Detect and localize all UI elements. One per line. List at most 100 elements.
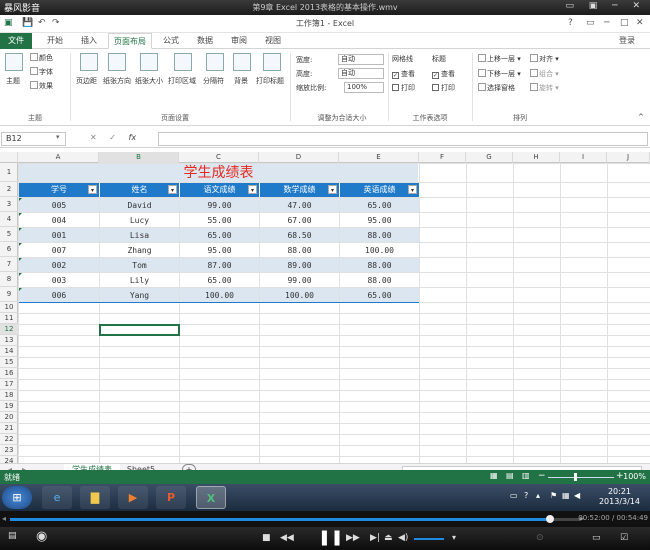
fx-icon[interactable]: fx <box>129 133 137 142</box>
minimize-icon[interactable]: ─ <box>604 18 609 28</box>
row-header[interactable]: 1 <box>0 163 18 182</box>
help-tray-icon[interactable]: ? <box>524 491 528 500</box>
tab-formulas[interactable]: 公式 <box>154 33 188 49</box>
send-backward-button[interactable]: 下移一层 ▾ <box>478 69 521 79</box>
ribbon-options-icon[interactable]: ▭ <box>586 18 595 28</box>
headings-view-checkbox[interactable]: ✓ 查看 <box>432 69 455 79</box>
background-icon[interactable] <box>233 53 251 71</box>
enter-icon[interactable]: ✓ <box>109 133 116 142</box>
row-header[interactable]: 5 <box>0 227 18 242</box>
player-window-controls[interactable]: ▭ ▣ ─ ✕ <box>565 1 646 11</box>
themes-button[interactable]: 主题 <box>6 76 20 86</box>
ie-taskbar-button[interactable]: e <box>42 486 72 509</box>
margins-button[interactable]: 页边距 <box>76 76 97 86</box>
error-indicator-icon[interactable] <box>19 243 22 246</box>
row-header[interactable]: 10 <box>0 302 18 313</box>
eye-icon[interactable]: ◉ <box>36 529 47 544</box>
row-header[interactable]: 18 <box>0 390 18 401</box>
tab-file[interactable]: 文件 <box>0 33 32 49</box>
error-indicator-icon[interactable] <box>19 258 22 261</box>
select-all-corner[interactable] <box>0 152 18 163</box>
table-header-cell[interactable]: 姓名 ▾ <box>100 183 180 197</box>
tab-insert[interactable]: 插入 <box>72 33 106 49</box>
start-button[interactable]: ⊞ <box>2 486 32 509</box>
pause-icon[interactable]: ❚❚ <box>318 528 343 546</box>
table-cell[interactable]: 005 <box>19 198 99 212</box>
error-indicator-icon[interactable] <box>19 213 22 216</box>
name-box-dropdown-icon[interactable]: ▾ <box>56 133 60 141</box>
print-area-button[interactable]: 打印区域 <box>168 76 196 86</box>
zoom-level[interactable]: 100% <box>623 472 646 481</box>
table-cell[interactable]: 65.00 <box>340 198 419 212</box>
filter-dropdown-icon[interactable]: ▾ <box>88 185 97 194</box>
table-cell[interactable]: 100.00 <box>340 243 419 257</box>
table-cell[interactable]: 002 <box>19 258 99 272</box>
zoom-slider[interactable] <box>548 477 614 478</box>
selected-cell[interactable] <box>99 324 180 336</box>
previous-icon[interactable]: ◀◀ <box>280 533 294 543</box>
fonts-button[interactable]: 字体 <box>30 67 53 77</box>
print-titles-button[interactable]: 打印标题 <box>256 76 284 86</box>
group-button[interactable]: 组合 ▾ <box>530 69 559 79</box>
colors-button[interactable]: 颜色 <box>30 53 53 63</box>
row-header[interactable]: 13 <box>0 335 18 346</box>
error-indicator-icon[interactable] <box>19 273 22 276</box>
row-header[interactable]: 12 <box>0 324 18 335</box>
tab-view[interactable]: 视图 <box>256 33 290 49</box>
row-header[interactable]: 4 <box>0 212 18 227</box>
cancel-icon[interactable]: ✕ <box>90 133 97 142</box>
size-icon[interactable] <box>140 53 158 71</box>
themes-icon[interactable] <box>5 53 23 71</box>
breaks-icon[interactable] <box>206 53 224 71</box>
column-header-d[interactable]: D <box>259 152 339 163</box>
table-cell[interactable]: 100.00 <box>180 288 259 302</box>
row-header[interactable]: 7 <box>0 257 18 272</box>
size-button[interactable]: 纸张大小 <box>135 76 163 86</box>
formula-input[interactable] <box>158 132 648 146</box>
table-cell[interactable]: Lucy <box>100 213 179 227</box>
effects-button[interactable]: 效果 <box>30 81 53 91</box>
table-header-cell[interactable]: 学号 ▾ <box>19 183 100 197</box>
table-cell[interactable]: 55.00 <box>180 213 259 227</box>
row-header[interactable]: 8 <box>0 272 18 287</box>
menu-icon[interactable]: ▤ <box>8 531 17 541</box>
table-cell[interactable]: 003 <box>19 273 99 287</box>
row-header[interactable]: 15 <box>0 357 18 368</box>
margins-icon[interactable] <box>80 53 98 71</box>
toolbox-icon[interactable]: ⊙ <box>536 533 544 543</box>
table-cell[interactable]: 004 <box>19 213 99 227</box>
normal-view-icon[interactable]: ▦ <box>490 471 498 480</box>
table-title[interactable]: 学生成绩表 <box>19 164 418 182</box>
column-header-b[interactable]: B <box>99 152 179 163</box>
show-hidden-icons[interactable]: ▴ <box>536 491 540 500</box>
print-titles-icon[interactable] <box>263 53 281 71</box>
sign-in-link[interactable]: 登录 <box>610 33 644 49</box>
align-button[interactable]: 对齐 ▾ <box>530 54 559 64</box>
explorer-taskbar-button[interactable]: ▇ <box>80 486 110 509</box>
row-header[interactable]: 20 <box>0 412 18 423</box>
row-header[interactable]: 6 <box>0 242 18 257</box>
orientation-icon[interactable] <box>108 53 126 71</box>
close-icon[interactable]: ✕ <box>636 18 644 28</box>
help-icon[interactable]: ? <box>568 18 573 28</box>
rotate-button[interactable]: 旋转 ▾ <box>530 83 559 93</box>
row-header[interactable]: 3 <box>0 197 18 212</box>
tab-data[interactable]: 数据 <box>188 33 222 49</box>
row-header[interactable]: 9 <box>0 287 18 302</box>
table-cell[interactable]: 95.00 <box>340 213 419 227</box>
seek-bar[interactable]: ◂ ▸ 00:52:00 / 00:54:49 <box>0 511 650 527</box>
row-header[interactable]: 2 <box>0 182 18 197</box>
row-header[interactable]: 17 <box>0 379 18 390</box>
filter-dropdown-icon[interactable]: ▾ <box>168 185 177 194</box>
table-cell[interactable]: 65.00 <box>180 273 259 287</box>
filter-dropdown-icon[interactable]: ▾ <box>408 185 417 194</box>
column-header-h[interactable]: H <box>513 152 560 163</box>
table-cell[interactable]: 65.00 <box>340 288 419 302</box>
table-cell[interactable]: 88.00 <box>260 243 339 257</box>
stop-icon[interactable]: ■ <box>262 533 271 543</box>
row-header[interactable]: 21 <box>0 423 18 434</box>
column-header-f[interactable]: F <box>419 152 466 163</box>
column-header-a[interactable]: A <box>18 152 99 163</box>
tab-page-layout[interactable]: 页面布局 <box>108 33 152 49</box>
eject-icon[interactable]: ⏏ <box>384 533 393 543</box>
